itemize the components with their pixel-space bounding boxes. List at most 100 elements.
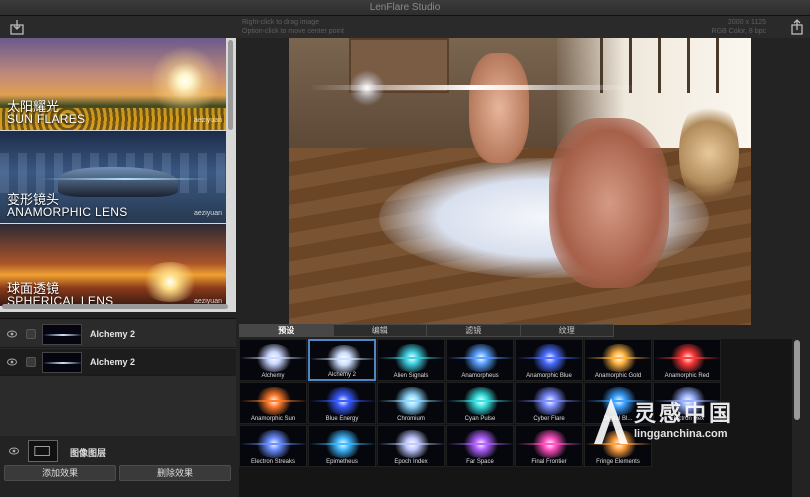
effect-preset-cell[interactable]: Cyan Pulse (446, 382, 514, 424)
dried-flowers (679, 98, 739, 208)
effect-preview-streak (378, 443, 444, 445)
effect-preset-cell[interactable]: Final Frontier (515, 425, 583, 467)
effect-preset-name: Anamorphic Red (664, 373, 710, 379)
preset-watermark: aeziyuan (193, 210, 222, 217)
effect-preview-streak (516, 400, 582, 402)
tab-filters[interactable]: 滤镜 (427, 325, 521, 336)
eye-icon[interactable] (7, 330, 17, 338)
effect-preset-name: Blue Energy (325, 416, 359, 422)
effect-preset-name: Epimetheus (326, 459, 358, 465)
delete-effect-button[interactable]: 删除效果 (119, 465, 231, 481)
effect-preset-name: Anamorpheus (461, 373, 499, 379)
image-layer-label: 图像图层 (70, 448, 107, 458)
effect-preset-cell[interactable]: Epoch Index (377, 425, 445, 467)
effect-preview-streak (378, 357, 444, 359)
preset-vertical-scrollbar[interactable] (228, 40, 233, 130)
window-title: LenFlare Studio (369, 2, 441, 13)
hint-line: Option-click to move center point (242, 28, 344, 35)
effect-preset-cell[interactable]: Alien Signals (377, 339, 445, 381)
effect-preset-name: Chromium (397, 416, 425, 422)
layer-row[interactable]: Alchemy 2 (0, 321, 236, 348)
layer-row[interactable]: Alchemy 2 (0, 349, 236, 376)
preset-watermark: aeziyuan (193, 117, 222, 124)
effect-preset-cell[interactable]: Electron Streaks (239, 425, 307, 467)
panel-tabs: 预设 编辑 滤镜 纹理 (239, 324, 614, 337)
eye-icon[interactable] (7, 358, 17, 366)
image-icon (34, 446, 50, 456)
effect-preset-cell[interactable]: Chromium (377, 382, 445, 424)
image-info: 2000 x 1125 RGB Color, 8 bpc (712, 18, 766, 36)
effect-preview-streak (585, 357, 651, 359)
preset-card-spherical-lens[interactable]: 球面透镜 SPHERICAL LENS aeziyuan (0, 224, 226, 306)
preset-title-en: ANAMORPHIC LENS (7, 205, 128, 219)
preset-card-anamorphic-lens[interactable]: 变形镜头 ANAMORPHIC LENS aeziyuan (0, 131, 226, 223)
lens-flare-core (349, 70, 385, 106)
anamorphic-streak (40, 178, 210, 180)
layer-name: Alchemy 2 (90, 329, 136, 339)
effect-preset-name: Far Space (466, 459, 494, 465)
image-size: 2000 x 1125 (727, 19, 766, 26)
effect-preview-streak (447, 357, 513, 359)
effect-preview-streak (654, 357, 720, 359)
preset-horizontal-scrollbar[interactable] (2, 304, 228, 309)
effect-preset-name: Anamorphic Sun (250, 416, 296, 422)
effect-preset-name: Final Frontier (531, 459, 567, 465)
preset-card-sun-flares[interactable]: 太阳耀光 SUN FLARES aeziyuan (0, 38, 226, 130)
preset-title-en: SPHERICAL LENS (7, 294, 114, 304)
add-effect-button[interactable]: 添加效果 (4, 465, 116, 481)
effect-preset-cell[interactable]: Cyber Flare (515, 382, 583, 424)
layer-name: Alchemy 2 (90, 357, 136, 367)
effect-preview-streak (310, 358, 374, 360)
eye-icon[interactable] (9, 447, 19, 455)
tab-edit[interactable]: 编辑 (334, 325, 427, 336)
effect-preview-streak (378, 400, 444, 402)
color-mode: RGB Color, 8 bpc (711, 28, 766, 35)
layer-checkbox[interactable] (26, 329, 36, 339)
hint-line: Right-click to drag image (242, 19, 320, 26)
effect-preset-name: Anamorphic Gold (594, 373, 642, 379)
layer-thumbnail (42, 352, 82, 373)
import-icon[interactable] (9, 19, 25, 35)
watermark-text-cn: 灵感中国 (634, 401, 735, 426)
effect-preset-cell[interactable]: Anamorpheus (446, 339, 514, 381)
effect-preset-name: Electron Streaks (250, 459, 296, 465)
effect-preview-streak (447, 443, 513, 445)
image-preview-canvas[interactable] (289, 38, 751, 325)
toolbar: Right-click to drag image Option-click t… (0, 16, 810, 38)
effect-preset-name: Alien Signals (393, 373, 429, 379)
effect-preset-cell[interactable]: Epimetheus (308, 425, 376, 467)
effect-preview-streak (309, 443, 375, 445)
effect-preset-cell[interactable]: Anamorphic Sun (239, 382, 307, 424)
effect-preview-streak (240, 357, 306, 359)
effect-preview-streak (516, 443, 582, 445)
effect-preset-cell[interactable]: Alchemy 2 (308, 339, 376, 381)
layer-list: Alchemy 2 Alchemy 2 (0, 318, 236, 436)
title-bar: LenFlare Studio (0, 0, 810, 16)
effect-preset-cell[interactable]: Anamorphic Gold (584, 339, 652, 381)
tab-presets[interactable]: 预设 (240, 325, 334, 336)
watermark-url: lingganchina.com (634, 428, 728, 440)
preset-category-list[interactable]: 太阳耀光 SUN FLARES aeziyuan 变形镜头 ANAMORPHIC… (0, 38, 236, 312)
watermark-logo-icon (594, 398, 628, 444)
effect-preset-name: Cyber Flare (533, 416, 565, 422)
effect-preset-cell[interactable]: Anamorphic Blue (515, 339, 583, 381)
car-silhouette (58, 167, 178, 197)
effect-preset-name: Alchemy (261, 373, 285, 379)
site-watermark: 灵感中国 lingganchina.com (590, 392, 790, 454)
layer-thumbnail (42, 324, 82, 345)
effect-preview-streak (447, 400, 513, 402)
layer-checkbox[interactable] (26, 357, 36, 367)
image-layer-thumbnail (28, 440, 58, 462)
share-icon[interactable] (789, 19, 805, 35)
effect-preset-cell[interactable]: Alchemy (239, 339, 307, 381)
preset-title-en: SUN FLARES (7, 112, 86, 126)
effect-preset-cell[interactable]: Anamorphic Red (653, 339, 721, 381)
effect-preset-cell[interactable]: Blue Energy (308, 382, 376, 424)
tab-texture[interactable]: 纹理 (521, 325, 614, 336)
figure-standing (469, 53, 529, 163)
effect-preset-name: Alchemy 2 (327, 372, 356, 378)
effect-grid-scrollbar[interactable] (794, 340, 800, 420)
app-window: LenFlare Studio Right-click to drag imag… (0, 0, 810, 497)
effect-preset-cell[interactable]: Far Space (446, 425, 514, 467)
image-layer-row[interactable]: 图像图层 (0, 438, 236, 464)
